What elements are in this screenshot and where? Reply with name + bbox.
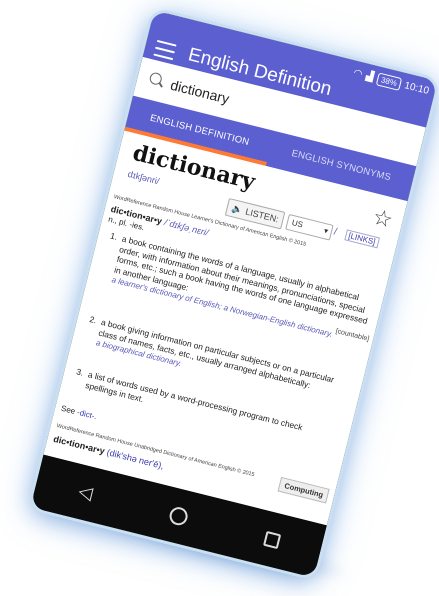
- hamburger-menu-icon[interactable]: [153, 39, 177, 61]
- slash: /: [332, 226, 339, 238]
- search-icon: [148, 71, 164, 86]
- sense-number: 2.: [88, 313, 98, 326]
- wifi-icon: ◠: [352, 67, 364, 80]
- computing-badge: Computing: [277, 476, 330, 504]
- status-bar: ◠ ▟ 38% 10:10: [352, 65, 431, 99]
- screen: ◠ ▟ 38% 10:10 English Definition ENGLISH…: [43, 10, 438, 526]
- signal-icon: ▟: [364, 70, 375, 83]
- see-link[interactable]: -dict-.: [76, 408, 98, 422]
- definition-content: dictionary dɪkʃənri/ ☆ 🔈 LISTEN: US / [L…: [43, 130, 408, 526]
- battery-indicator: 38%: [375, 71, 403, 91]
- clock: 10:10: [403, 79, 431, 97]
- accent-select[interactable]: US: [285, 213, 334, 241]
- phone-device: ◠ ▟ 38% 10:10 English Definition ENGLISH…: [30, 10, 438, 578]
- sense-number: 3.: [75, 366, 85, 378]
- see-also: See -dict-.: [60, 404, 98, 422]
- bookmark-star-icon[interactable]: ☆: [370, 204, 395, 234]
- home-icon[interactable]: [164, 501, 193, 530]
- listen-label: LISTEN:: [244, 206, 280, 225]
- recent-apps-icon[interactable]: [257, 524, 286, 553]
- see-label: See: [60, 403, 77, 416]
- links-button[interactable]: [LINKS]: [344, 229, 380, 249]
- pos-label: n.,: [107, 214, 119, 226]
- sense-number: 1.: [109, 230, 119, 242]
- speaker-icon: 🔈: [230, 202, 244, 215]
- back-icon[interactable]: ◁: [71, 477, 100, 506]
